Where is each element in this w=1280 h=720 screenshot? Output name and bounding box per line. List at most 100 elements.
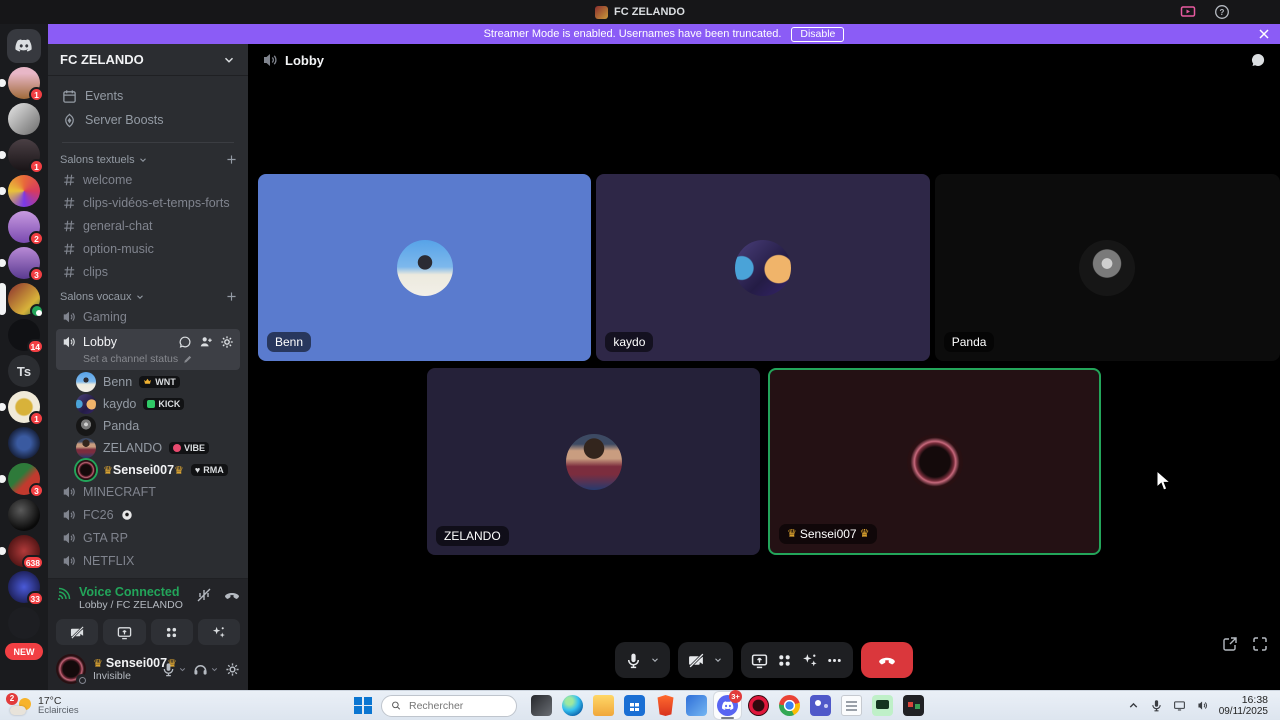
help-icon[interactable]: ?: [1214, 4, 1230, 20]
server-dark-2[interactable]: [8, 607, 40, 639]
mic-control[interactable]: [615, 642, 670, 678]
text-channel-clips[interactable]: clips: [56, 261, 240, 283]
fullscreen-icon[interactable]: [1252, 636, 1268, 652]
text-channel-option-music[interactable]: option-music: [56, 238, 240, 260]
app-green-tv[interactable]: [869, 692, 896, 719]
app-chrome[interactable]: [776, 692, 803, 719]
app-gamebox[interactable]: [900, 692, 927, 719]
tray-volume-icon[interactable]: [1196, 699, 1209, 712]
voice-connected-status[interactable]: Voice Connected: [79, 585, 189, 599]
text-channels-section-header[interactable]: Salons textuels: [48, 147, 248, 168]
open-chat-icon[interactable]: [1250, 52, 1266, 68]
sidebar-item-server-boosts[interactable]: Server Boosts: [56, 108, 240, 132]
video-tile-sensei007[interactable]: ♛ Sensei007 ♛: [768, 368, 1101, 555]
voice-channels-section-header[interactable]: Salons vocaux: [48, 284, 248, 305]
app-notepad[interactable]: [838, 692, 865, 719]
taskbar-clock[interactable]: 16:38 09/11/2025: [1219, 695, 1268, 717]
user-settings-icon[interactable]: [225, 662, 240, 677]
server-dark[interactable]: 14: [8, 319, 40, 351]
taskbar-search[interactable]: [381, 695, 517, 717]
voice-member-panda[interactable]: Panda: [72, 415, 240, 436]
start-button[interactable]: [350, 693, 376, 719]
tray-expand-icon[interactable]: [1127, 699, 1140, 712]
server-red[interactable]: 638: [8, 535, 40, 567]
disable-streamer-mode-button[interactable]: Disable: [791, 27, 844, 42]
tray-display-icon[interactable]: [1173, 699, 1186, 712]
soundboard-button[interactable]: [776, 652, 793, 669]
screen-share-button[interactable]: [751, 652, 768, 669]
voice-channel-netflix[interactable]: NETFLIX: [56, 550, 240, 572]
server-header[interactable]: FC ZELANDO: [48, 44, 248, 76]
server-crest[interactable]: 1: [8, 391, 40, 423]
camera-options-icon[interactable]: [713, 655, 723, 665]
video-tile-zelando[interactable]: ZELANDO: [427, 368, 760, 555]
server-ts[interactable]: Ts: [8, 355, 40, 387]
search-input[interactable]: [407, 699, 507, 713]
server-pitch[interactable]: 3: [8, 463, 40, 495]
voice-channel-gta-rp[interactable]: GTA RP: [56, 527, 240, 549]
noise-suppression-icon[interactable]: [196, 587, 212, 603]
camera-control[interactable]: [678, 642, 733, 678]
voice-channel-minecraft[interactable]: MINECRAFT: [56, 481, 240, 503]
voice-channel-fc26[interactable]: FC26: [56, 504, 240, 526]
app-taskview[interactable]: [528, 692, 555, 719]
server-fc-zelando[interactable]: [8, 283, 40, 315]
audio-options-icon[interactable]: [210, 665, 219, 674]
server-navy[interactable]: [8, 427, 40, 459]
server-sphere[interactable]: [8, 499, 40, 531]
server-darkphoto[interactable]: 1: [8, 139, 40, 171]
add-channel-icon[interactable]: [225, 290, 238, 303]
server-anime-2[interactable]: 3: [8, 247, 40, 279]
popout-icon[interactable]: [1222, 636, 1238, 652]
mic-icon[interactable]: [625, 652, 642, 669]
voice-member-benn[interactable]: BennWNT: [72, 371, 240, 392]
video-tile-kaydo[interactable]: kaydo: [596, 174, 929, 361]
app-brave[interactable]: [652, 692, 679, 719]
soundboard-button[interactable]: [151, 619, 193, 645]
stream-mode-icon[interactable]: [1180, 4, 1196, 20]
mic-options-icon[interactable]: [650, 655, 660, 665]
app-opera-gx[interactable]: [745, 692, 772, 719]
activities-button[interactable]: [198, 619, 240, 645]
app-teams[interactable]: [807, 692, 834, 719]
app-discord[interactable]: 3+: [714, 692, 741, 719]
app-file-explorer[interactable]: [590, 692, 617, 719]
voice-channel-gaming[interactable]: Gaming: [56, 306, 240, 328]
server-blue[interactable]: 33: [8, 571, 40, 603]
new-server-badge[interactable]: NEW: [5, 643, 43, 660]
mute-button[interactable]: [161, 662, 176, 677]
channel-settings-icon[interactable]: [220, 335, 234, 349]
deafen-button[interactable]: [193, 662, 208, 677]
activities-button[interactable]: [801, 652, 818, 669]
user-avatar[interactable]: [56, 654, 86, 684]
mic-options-icon[interactable]: [178, 665, 187, 674]
text-channel-general-chat[interactable]: general-chat: [56, 215, 240, 237]
voice-member-kaydo[interactable]: kaydoKICK: [72, 393, 240, 414]
video-tile-benn[interactable]: Benn: [258, 174, 591, 361]
invite-members-icon[interactable]: [199, 335, 213, 349]
app-edge[interactable]: [559, 692, 586, 719]
voice-member-zelando[interactable]: ZELANDOVIBE: [72, 437, 240, 458]
more-options-button[interactable]: [826, 652, 843, 669]
voice-member-sensei007[interactable]: ♛Sensei007♛♥RMA: [72, 459, 240, 480]
server-swirl[interactable]: [8, 175, 40, 207]
text-channel-welcome[interactable]: welcome: [56, 169, 240, 191]
screen-share-button[interactable]: [103, 619, 145, 645]
banner-close-icon[interactable]: [1256, 26, 1272, 42]
server-icecream[interactable]: 1: [8, 67, 40, 99]
server-anime-1[interactable]: 2: [8, 211, 40, 243]
camera-button[interactable]: [56, 619, 98, 645]
open-chat-icon[interactable]: [178, 335, 192, 349]
weather-widget[interactable]: 2 17°C Eclaircies: [0, 696, 150, 716]
video-tile-panda[interactable]: Panda: [935, 174, 1280, 361]
app-store[interactable]: [621, 692, 648, 719]
user-info[interactable]: ♛ Sensei007♛ Invisible: [93, 656, 154, 682]
channel-status-hint[interactable]: Set a channel status: [62, 352, 234, 366]
discord-home-button[interactable]: [7, 29, 41, 63]
server-grayscale[interactable]: [8, 103, 40, 135]
disconnect-icon[interactable]: [224, 587, 240, 603]
tray-mic-icon[interactable]: [1150, 699, 1163, 712]
add-channel-icon[interactable]: [225, 153, 238, 166]
sidebar-item-events[interactable]: Events: [56, 84, 240, 108]
app-photos[interactable]: [683, 692, 710, 719]
